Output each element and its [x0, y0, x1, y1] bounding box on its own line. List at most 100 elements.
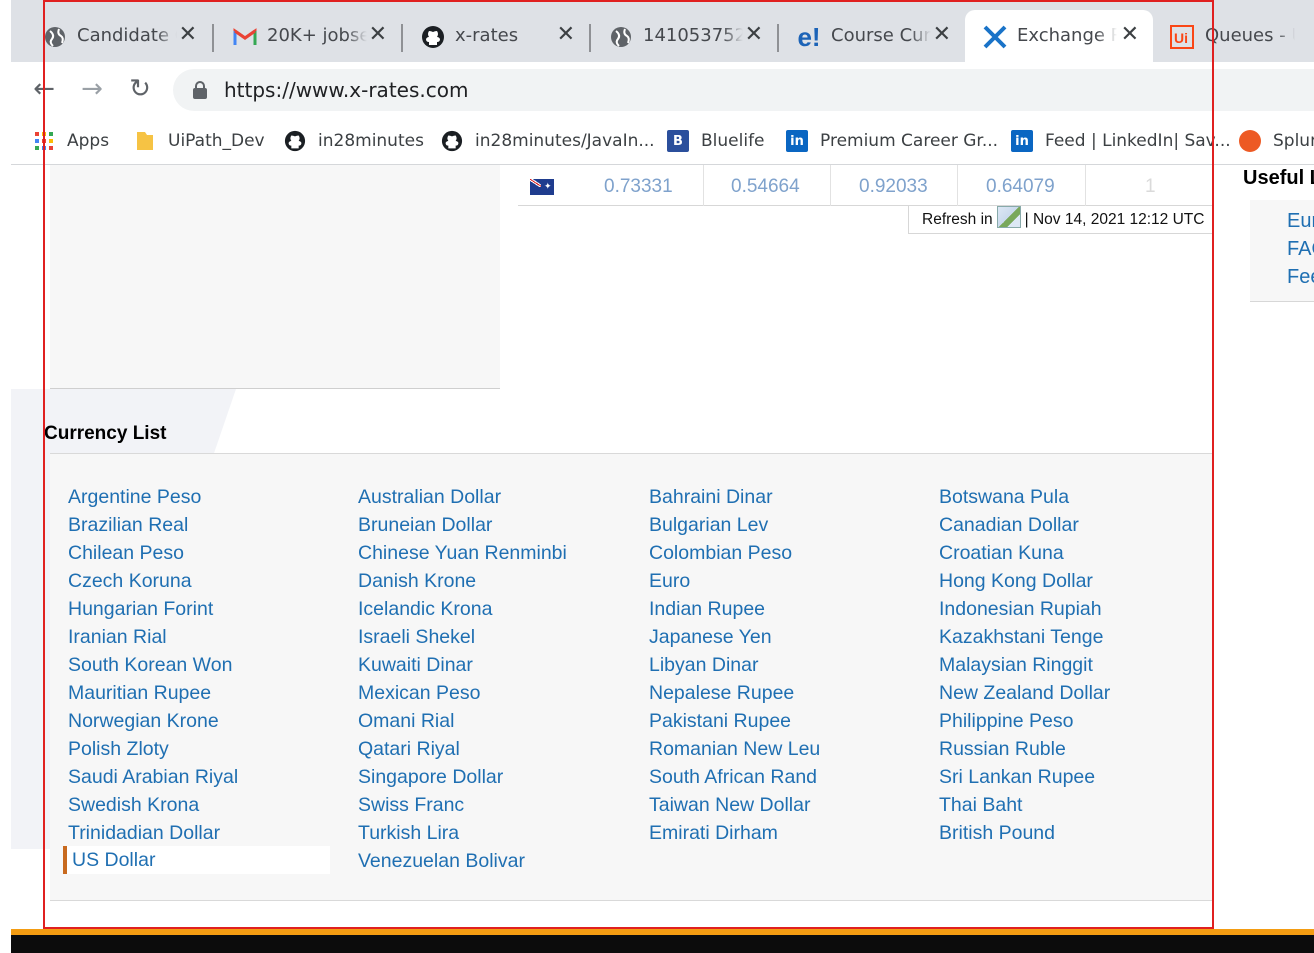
currency-link[interactable]: South Korean Won — [68, 654, 232, 677]
currency-link[interactable]: British Pound — [939, 822, 1055, 845]
footer-bar — [11, 935, 1314, 953]
bookmarks-bar: Apps UiPath_Dev in28minutes in28minutes/… — [11, 117, 1314, 165]
currency-link[interactable]: Philippine Peso — [939, 710, 1073, 733]
rates-row-aud: 0.73331 0.54664 0.92033 0.64079 1 — [518, 165, 1212, 206]
currency-link[interactable]: Mauritian Rupee — [68, 682, 211, 705]
bookmark-label: Feed | LinkedIn| Sav... — [1045, 131, 1231, 151]
rate-cell-eur[interactable]: 0.54664 — [731, 176, 800, 198]
tab-number[interactable]: 1410537524 ✕ — [577, 10, 777, 62]
currency-link[interactable]: Kazakhstani Tenge — [939, 626, 1103, 649]
currency-link[interactable]: Canadian Dollar — [939, 514, 1079, 537]
rate-cell-gbp[interactable]: 0.92033 — [859, 176, 928, 198]
currency-link[interactable]: Omani Rial — [358, 710, 454, 733]
tab-strip: Candidate C ✕ 20K+ jobsee ✕ x-rates ✕ — [11, 10, 1314, 62]
currency-link[interactable]: Saudi Arabian Riyal — [68, 766, 238, 789]
useful-link-feedback[interactable]: Fee — [1287, 266, 1314, 289]
currency-link[interactable]: Icelandic Krona — [358, 598, 492, 621]
refresh-timer-image-icon — [996, 205, 1021, 228]
currency-link[interactable]: Indian Rupee — [649, 598, 765, 621]
currency-link[interactable]: Bulgarian Lev — [649, 514, 768, 537]
currency-link-selected[interactable]: US Dollar — [63, 846, 330, 874]
currency-link[interactable]: Colombian Peso — [649, 542, 792, 565]
tab-exchange-rates[interactable]: Exchange Ra ✕ — [965, 10, 1153, 62]
bookmark-premium-career[interactable]: in Premium Career Gr... — [786, 126, 998, 156]
bookmark-in28minutes[interactable]: in28minutes — [284, 126, 424, 156]
currency-link[interactable]: Australian Dollar — [358, 486, 501, 509]
useful-link-euro[interactable]: Eur — [1287, 210, 1314, 233]
currency-link[interactable]: Trinidadian Dollar — [68, 822, 220, 845]
tab-queues-uipath[interactable]: Ui Queues - Ui — [1153, 10, 1314, 62]
currency-link[interactable]: Sri Lankan Rupee — [939, 766, 1095, 789]
currency-link[interactable]: Indonesian Rupiah — [939, 598, 1102, 621]
url-text[interactable]: https://www.x-rates.com — [224, 78, 468, 102]
currency-link[interactable]: Libyan Dinar — [649, 654, 758, 677]
currency-link[interactable]: Swiss Franc — [358, 794, 464, 817]
bookmark-splunk[interactable]: Splur — [1239, 126, 1314, 156]
currency-link[interactable]: Romanian New Leu — [649, 738, 820, 761]
currency-link[interactable]: Qatari Riyal — [358, 738, 460, 761]
currency-link[interactable]: Nepalese Rupee — [649, 682, 794, 705]
currency-link[interactable]: Brazilian Real — [68, 514, 188, 537]
bookmark-bluelife[interactable]: B Bluelife — [667, 126, 765, 156]
close-icon[interactable]: ✕ — [933, 22, 951, 48]
currency-list-title: Currency List — [44, 423, 167, 444]
currency-link[interactable]: Argentine Peso — [68, 486, 201, 509]
tab-x-rates-github[interactable]: x-rates ✕ — [389, 10, 589, 62]
currency-link[interactable]: New Zealand Dollar — [939, 682, 1110, 705]
bookmark-uipath-dev[interactable]: UiPath_Dev — [134, 126, 265, 156]
currency-link[interactable]: Danish Krone — [358, 570, 476, 593]
close-icon[interactable]: ✕ — [557, 22, 575, 48]
bookmark-linkedin-feed[interactable]: in Feed | LinkedIn| Sav... — [1011, 126, 1231, 156]
currency-link[interactable]: Botswana Pula — [939, 486, 1069, 509]
useful-link-faq[interactable]: FAQ — [1287, 238, 1314, 261]
back-arrow-icon[interactable]: ← — [29, 74, 59, 104]
currency-link[interactable]: Israeli Shekel — [358, 626, 475, 649]
forward-arrow-icon[interactable]: → — [77, 74, 107, 104]
address-bar[interactable]: https://www.x-rates.com — [173, 69, 1314, 111]
currency-link[interactable]: Malaysian Ringgit — [939, 654, 1093, 677]
currency-link[interactable]: Russian Ruble — [939, 738, 1066, 761]
currency-link[interactable]: Hungarian Forint — [68, 598, 213, 621]
currency-link[interactable]: South African Rand — [649, 766, 817, 789]
currency-link[interactable]: Iranian Rial — [68, 626, 167, 649]
currency-link[interactable]: Turkish Lira — [358, 822, 459, 845]
currency-link[interactable]: Chilean Peso — [68, 542, 184, 565]
tab-gmail[interactable]: 20K+ jobsee ✕ — [201, 10, 401, 62]
currency-link[interactable]: Hong Kong Dollar — [939, 570, 1093, 593]
bookmark-apps[interactable]: Apps — [33, 126, 109, 156]
close-icon[interactable]: ✕ — [745, 22, 763, 48]
currency-link[interactable]: Chinese Yuan Renminbi — [358, 542, 567, 565]
reload-icon[interactable]: ↻ — [125, 74, 155, 104]
currency-link[interactable]: Euro — [649, 570, 690, 593]
currency-link[interactable]: Taiwan New Dollar — [649, 794, 810, 817]
left-panel — [50, 165, 500, 389]
tab-candidate[interactable]: Candidate C ✕ — [11, 10, 211, 62]
currency-link[interactable]: Venezuelan Bolivar — [358, 850, 525, 873]
currency-link[interactable]: Singapore Dollar — [358, 766, 503, 789]
rate-cell-aud: 1 — [1145, 176, 1156, 197]
rate-cell-usd[interactable]: 0.73331 — [604, 176, 673, 198]
tab-course-curriculum[interactable]: e! Course Curri ✕ — [765, 10, 965, 62]
close-icon[interactable]: ✕ — [179, 22, 197, 48]
currency-link[interactable]: Thai Baht — [939, 794, 1022, 817]
currency-link[interactable]: Czech Koruna — [68, 570, 192, 593]
currency-link[interactable]: Japanese Yen — [649, 626, 772, 649]
close-icon[interactable]: ✕ — [369, 22, 387, 48]
currency-link[interactable]: Polish Zloty — [68, 738, 169, 761]
refresh-status: Refresh in | Nov 14, 2021 12:12 UTC — [908, 205, 1212, 234]
github-icon — [420, 24, 446, 50]
currency-link[interactable]: Swedish Krona — [68, 794, 199, 817]
currency-link[interactable]: Kuwaiti Dinar — [358, 654, 473, 677]
currency-link[interactable]: Emirati Dirham — [649, 822, 778, 845]
currency-link[interactable]: Norwegian Krone — [68, 710, 219, 733]
currency-link[interactable]: Mexican Peso — [358, 682, 480, 705]
currency-link[interactable]: Pakistani Rupee — [649, 710, 791, 733]
bookmark-in28minutes-javainterview[interactable]: in28minutes/JavaIn... — [441, 126, 655, 156]
currency-link[interactable]: Croatian Kuna — [939, 542, 1064, 565]
useful-links-title: Useful L — [1243, 167, 1314, 189]
currency-link[interactable]: Bahraini Dinar — [649, 486, 773, 509]
rate-cell-inr[interactable]: 0.64079 — [986, 176, 1055, 198]
currency-link[interactable]: Bruneian Dollar — [358, 514, 492, 537]
globe-icon — [42, 24, 68, 50]
close-icon[interactable]: ✕ — [1121, 22, 1139, 48]
